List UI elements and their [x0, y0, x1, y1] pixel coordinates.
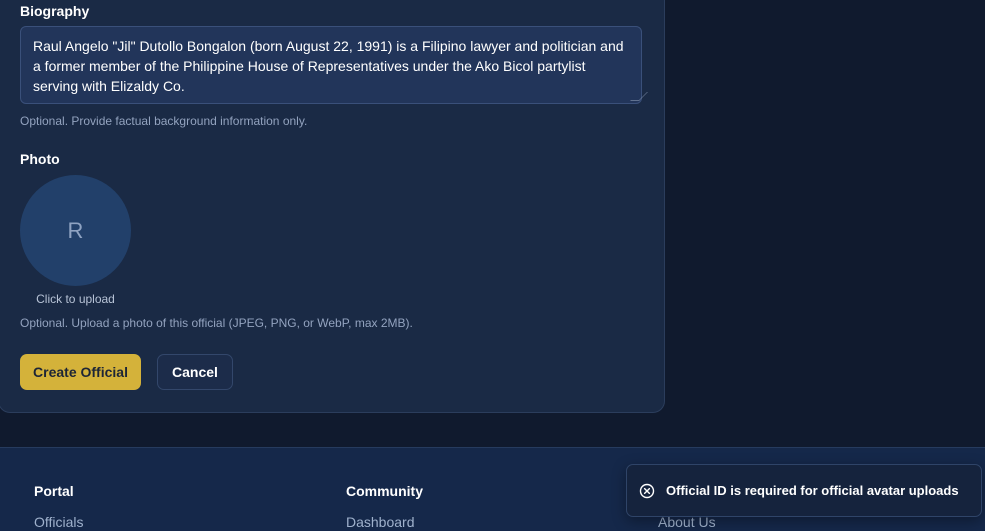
toast-message: Official ID is required for official ava…	[666, 483, 959, 498]
footer-heading-portal: Portal	[34, 483, 74, 499]
create-official-button[interactable]: Create Official	[20, 354, 141, 390]
photo-upload-avatar[interactable]: R	[20, 175, 131, 286]
biography-textarea[interactable]: Raul Angelo "Jil" Dutollo Bongalon (born…	[20, 26, 648, 104]
footer-link-officials[interactable]: Officials	[34, 514, 84, 530]
cancel-button[interactable]: Cancel	[157, 354, 233, 390]
biography-label: Biography	[20, 3, 90, 19]
avatar-initial: R	[67, 217, 84, 243]
biography-text: Raul Angelo "Jil" Dutollo Bongalon (born…	[33, 38, 624, 94]
biography-hint: Optional. Provide factual background inf…	[20, 114, 308, 128]
error-toast: Official ID is required for official ava…	[626, 464, 982, 517]
footer-heading-community: Community	[346, 483, 423, 499]
photo-upload-caption[interactable]: Click to upload	[20, 292, 131, 306]
error-circle-x-icon	[639, 483, 655, 499]
footer-link-dashboard[interactable]: Dashboard	[346, 514, 415, 530]
photo-label: Photo	[20, 151, 60, 167]
photo-hint: Optional. Upload a photo of this officia…	[20, 316, 413, 330]
